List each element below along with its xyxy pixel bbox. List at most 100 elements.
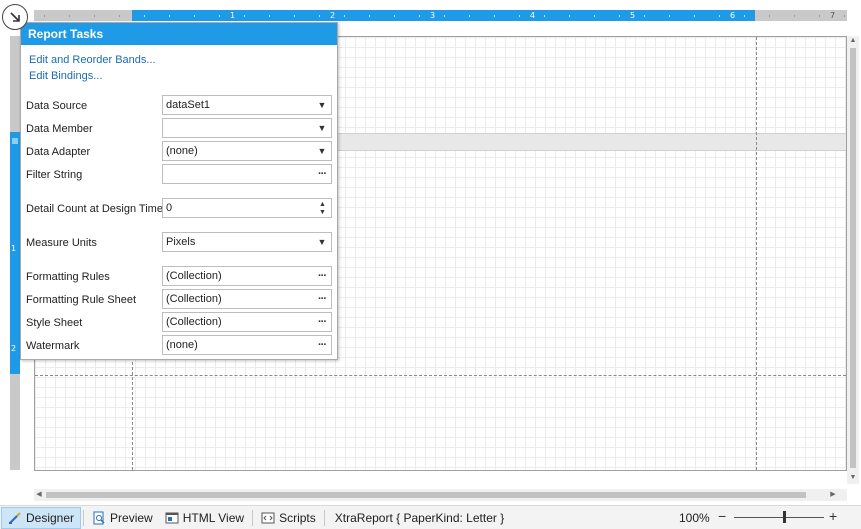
spinner-buttons[interactable]: ▲ ▼ [315, 199, 331, 217]
detail-count-spinner[interactable]: 0 ▲ ▼ [162, 198, 332, 218]
edit-bindings-link[interactable]: Edit Bindings... [29, 70, 102, 82]
separator [252, 509, 254, 526]
preview-tab-label: Preview [110, 510, 153, 525]
ruler-tick [819, 15, 820, 17]
bottom-margin-line [35, 375, 846, 376]
formatting-rules-label: Formatting Rules [26, 271, 110, 283]
ellipsis-icon[interactable]: ··· [313, 165, 331, 183]
ruler-tick [544, 15, 545, 17]
dropdown-arrow-icon[interactable]: ▼ [313, 142, 331, 160]
ruler-tick [169, 15, 170, 17]
ellipsis-icon[interactable]: ··· [313, 336, 331, 354]
ruler-label: 2 [330, 11, 336, 20]
zoom-slider-track[interactable] [734, 517, 824, 518]
ruler-tick [494, 15, 495, 17]
ruler-label: 4 [530, 11, 536, 20]
ruler-tick [219, 15, 220, 17]
measure-units-dropdown[interactable]: Pixels ▼ [162, 232, 332, 252]
ruler-tick [269, 15, 270, 17]
ruler-tick [369, 15, 370, 17]
html-view-tab[interactable]: HTML View [159, 507, 250, 529]
ruler-tick [794, 15, 795, 17]
ruler-tick [469, 15, 470, 17]
band-handle-icon [12, 138, 18, 144]
filter-string-field[interactable]: ··· [162, 164, 332, 184]
ruler-tick [194, 15, 195, 17]
ellipsis-icon[interactable]: ··· [313, 290, 331, 308]
formatting-rule-sheet-label: Formatting Rule Sheet [26, 294, 137, 306]
ellipsis-icon[interactable]: ··· [313, 267, 331, 285]
filter-string-label: Filter String [26, 169, 83, 181]
scroll-right-icon[interactable]: ▶ [829, 491, 837, 499]
designer-tab[interactable]: Designer [1, 506, 82, 529]
ruler-label: 1 [11, 244, 17, 253]
status-bar: Designer Preview HTML View Scripts XtraR… [0, 505, 861, 529]
dropdown-arrow-icon[interactable]: ▼ [313, 96, 331, 114]
spin-up-icon[interactable]: ▲ [319, 201, 326, 208]
ruler-tick [644, 15, 645, 17]
smart-tag-button[interactable] [2, 4, 28, 30]
ruler-tick [519, 15, 520, 17]
ruler-label: 1 [230, 11, 236, 20]
ruler-tick [294, 15, 295, 17]
spin-down-icon[interactable]: ▼ [319, 209, 326, 216]
panel-title: Report Tasks [21, 23, 337, 45]
watermark-label: Watermark [26, 340, 80, 352]
vertical-scroll-thumb[interactable] [850, 48, 856, 468]
style-sheet-label: Style Sheet [26, 317, 83, 329]
report-tasks-panel: Report Tasks Edit and Reorder Bands... E… [20, 22, 338, 360]
style-sheet-field[interactable]: (Collection) ··· [162, 312, 332, 332]
detail-count-label: Detail Count at Design Time [26, 203, 163, 215]
scroll-left-icon[interactable]: ◀ [35, 491, 43, 499]
watermark-field[interactable]: (none) ··· [162, 335, 332, 355]
right-margin-line [756, 37, 757, 470]
ellipsis-icon[interactable]: ··· [313, 313, 331, 331]
ruler-label: 7 [830, 11, 836, 20]
horizontal-scrollbar[interactable]: ◀ ▶ [34, 489, 847, 501]
scroll-down-icon[interactable]: ▼ [849, 474, 857, 482]
measure-units-label: Measure Units [26, 237, 97, 249]
ruler-tick [569, 15, 570, 17]
dropdown-arrow-icon[interactable]: ▼ [313, 233, 331, 251]
scroll-up-icon[interactable]: ▲ [849, 37, 857, 45]
report-info: XtraReport { PaperKind: Letter } [334, 510, 505, 525]
scripts-tab[interactable]: Scripts [255, 507, 322, 529]
data-adapter-dropdown[interactable]: (none) ▼ [162, 141, 332, 161]
zoom-slider-thumb[interactable] [783, 511, 786, 523]
zoom-out-button[interactable]: − [718, 508, 728, 524]
data-member-label: Data Member [26, 123, 93, 135]
ruler-tick [444, 15, 445, 17]
dropdown-arrow-icon[interactable]: ▼ [313, 119, 331, 137]
ruler-tick [694, 15, 695, 17]
formatting-rules-value: (Collection) [166, 270, 222, 282]
zoom-level: 100% [679, 511, 710, 525]
formatting-rule-sheet-field[interactable]: (Collection) ··· [162, 289, 332, 309]
ruler-tick [44, 15, 45, 17]
ruler-tick [594, 15, 595, 17]
separator [83, 509, 85, 526]
formatting-rules-field[interactable]: (Collection) ··· [162, 266, 332, 286]
ruler-tick [119, 15, 120, 17]
edit-reorder-bands-link[interactable]: Edit and Reorder Bands... [29, 54, 156, 66]
preview-tab[interactable]: Preview [86, 507, 159, 529]
ruler-tick [419, 15, 420, 17]
ruler-tick [344, 15, 345, 17]
horizontal-ruler: 1 2 3 4 5 6 7 [34, 10, 847, 21]
scripts-tab-label: Scripts [279, 510, 316, 525]
data-source-dropdown[interactable]: dataSet1 ▼ [162, 95, 332, 115]
scripts-icon [261, 512, 275, 523]
vertical-ruler: 1 2 [10, 36, 20, 470]
data-member-dropdown[interactable]: ▼ [162, 118, 332, 138]
html-view-tab-label: HTML View [182, 510, 245, 525]
ruler-tick [744, 15, 745, 17]
ruler-tick [669, 15, 670, 17]
zoom-in-button[interactable]: + [829, 508, 837, 524]
data-source-value: dataSet1 [166, 99, 211, 111]
separator [323, 509, 325, 526]
horizontal-scroll-thumb[interactable] [46, 492, 806, 498]
ruler-tick [769, 15, 770, 17]
ruler-label: 6 [730, 11, 736, 20]
vertical-scrollbar[interactable]: ▲ ▼ [847, 36, 859, 484]
preview-icon [93, 511, 105, 524]
data-adapter-label: Data Adapter [26, 146, 91, 158]
